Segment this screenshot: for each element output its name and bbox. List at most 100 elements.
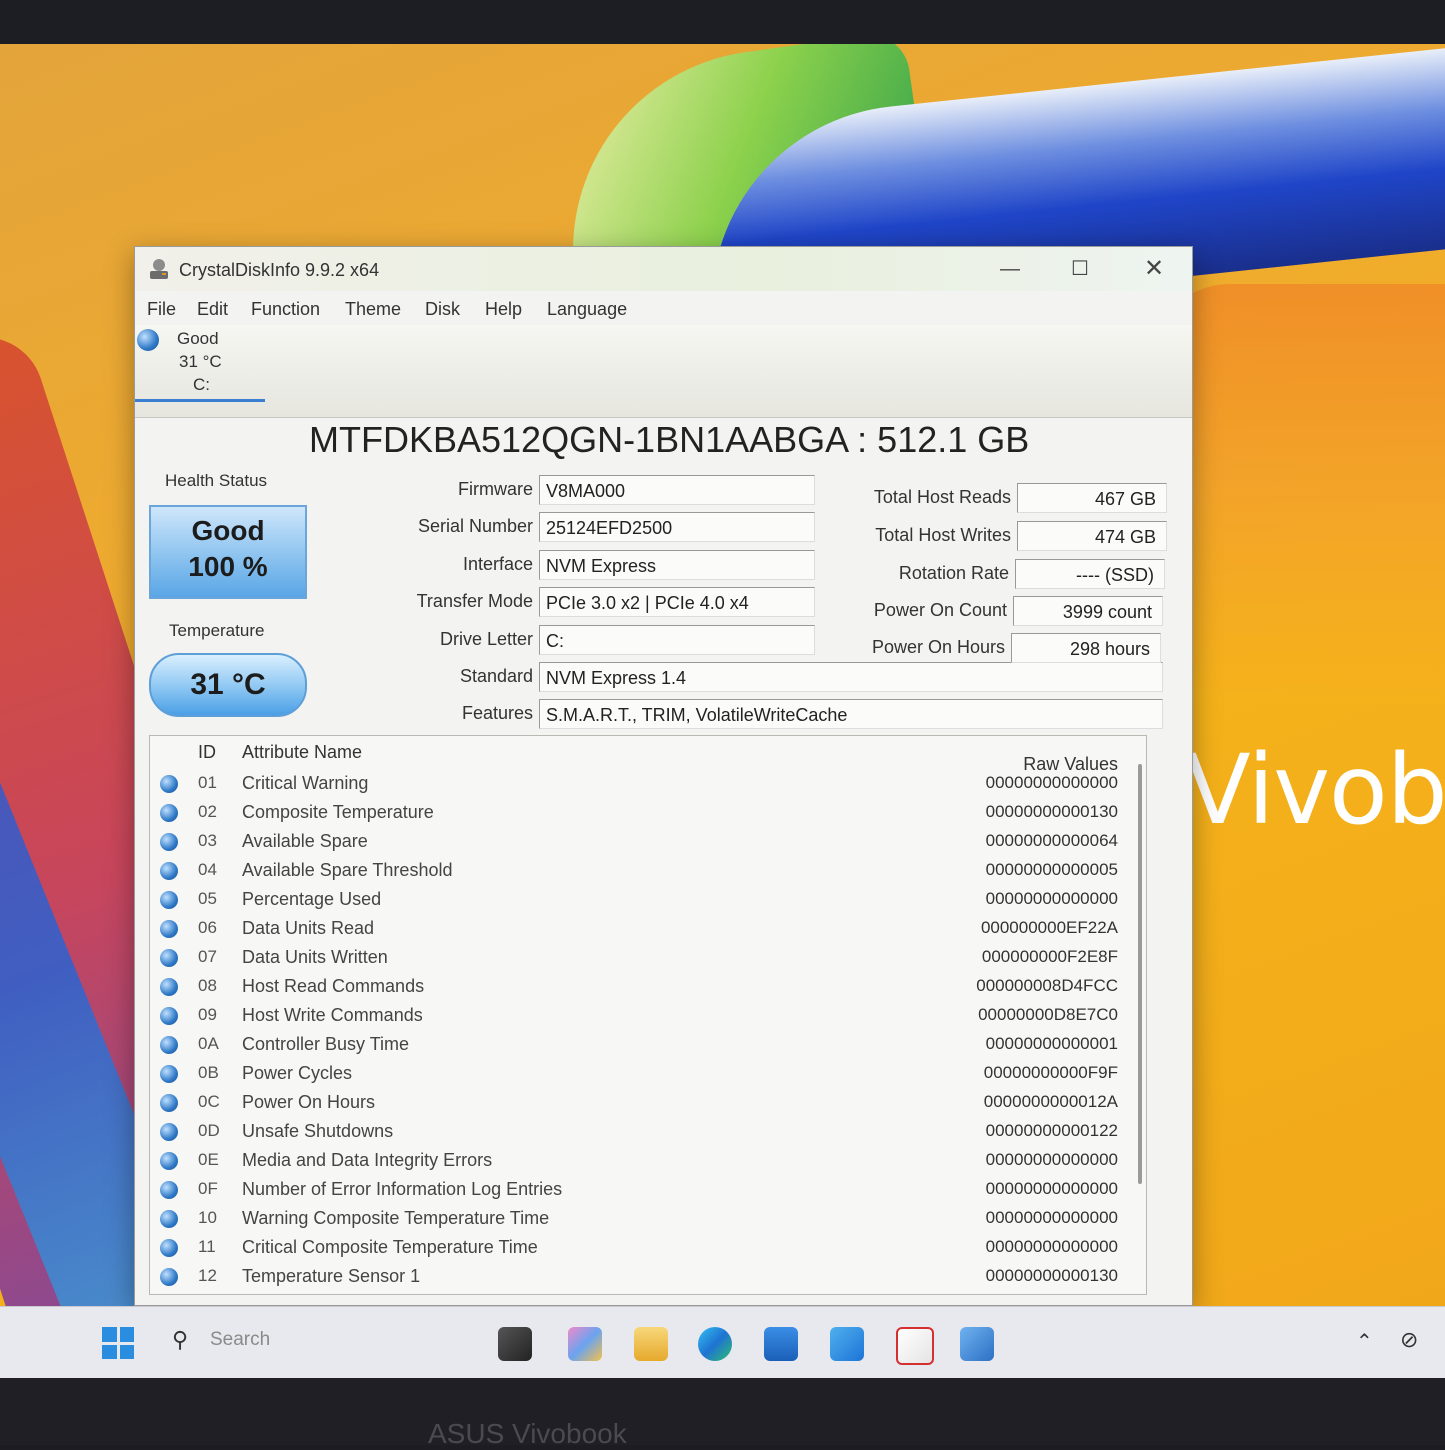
table-row[interactable]: 0B Power Cycles 00000000000F9F [150, 1060, 1146, 1089]
attribute-status-icon [160, 1123, 178, 1141]
copilot-icon[interactable] [568, 1327, 602, 1361]
attribute-status-icon [160, 949, 178, 967]
power-on-count-value: 3999 count [1013, 596, 1163, 626]
table-row[interactable]: 01 Critical Warning 00000000000000 [150, 770, 1146, 799]
attribute-raw-value: 00000000000122 [985, 1121, 1118, 1140]
table-row[interactable]: 11 Critical Composite Temperature Time 000… [150, 1234, 1146, 1263]
attribute-status-icon [160, 1210, 178, 1228]
start-button[interactable] [102, 1327, 134, 1359]
wallpaper-brand-text: Vivob [1185, 734, 1445, 846]
menu-edit[interactable]: Edit [197, 299, 228, 320]
myasus-icon[interactable] [830, 1327, 864, 1361]
task-view-icon[interactable] [498, 1327, 532, 1361]
drive-model-title: MTFDKBA512QGN-1BN1AABGA : 512.1 GB [309, 419, 1030, 460]
table-row[interactable]: 08 Host Read Commands 000000008D4FCC [150, 973, 1146, 1002]
chevron-up-icon[interactable]: ⌃ [1356, 1329, 1373, 1354]
table-row[interactable]: 0F Number of Error Information Log Entrie… [150, 1176, 1146, 1205]
close-button[interactable]: ✕ [1131, 255, 1177, 283]
health-status-text: Good [191, 515, 265, 546]
table-row[interactable]: 0E Media and Data Integrity Errors 0000000… [150, 1147, 1146, 1176]
attribute-id: 05 [198, 889, 217, 908]
total-host-reads-label: Total Host Reads [873, 487, 1011, 507]
table-row[interactable]: 05 Percentage Used 00000000000000 [150, 886, 1146, 915]
menu-function[interactable]: Function [251, 299, 320, 320]
attribute-id: 09 [198, 1005, 217, 1024]
attribute-status-icon [160, 775, 178, 793]
attribute-name: Host Read Commands [242, 976, 425, 996]
attribute-name: Power On Hours [242, 1092, 376, 1112]
power-on-count-label: Power On Count [873, 600, 1007, 620]
menu-help[interactable]: Help [485, 299, 522, 320]
temperature-button[interactable]: 31 °C [149, 653, 307, 717]
microsoft-store-icon[interactable] [764, 1327, 798, 1361]
table-row[interactable]: 0A Controller Busy Time 00000000000001 [150, 1031, 1146, 1060]
crystaldiskinfo-window[interactable]: CrystalDiskInfo 9.9.2 x64 — ☐ ✕ File Edi… [134, 246, 1193, 1306]
drive-tab-temp: 31 °C [179, 352, 222, 371]
attribute-status-icon [160, 891, 178, 909]
maximize-button[interactable]: ☐ [1057, 255, 1103, 283]
column-header-attribute-name[interactable]: Attribute Name [242, 742, 362, 763]
minimize-button[interactable]: — [987, 255, 1033, 283]
windows-logo-tile [102, 1327, 117, 1342]
taskbar-search-box[interactable]: Search [210, 1329, 270, 1351]
bezel-brand-text: ASUS Vivobook [428, 1418, 627, 1449]
table-scrollbar[interactable] [1138, 764, 1142, 1184]
drive-tab-c[interactable]: Good 31 °C C: [135, 327, 265, 402]
table-row[interactable]: 02 Composite Temperature 00000000000130 [150, 799, 1146, 828]
menu-language[interactable]: Language [547, 299, 627, 320]
standard-label: Standard [459, 666, 533, 686]
search-icon[interactable]: ⚲ [172, 1327, 188, 1353]
attribute-name: Unsafe Shutdowns [242, 1121, 394, 1141]
attribute-id: 07 [198, 947, 217, 966]
attribute-raw-value: 00000000000000 [985, 773, 1118, 792]
attribute-status-icon [160, 1268, 178, 1286]
attribute-raw-value: 000000000EF22A [980, 918, 1118, 937]
health-status-button[interactable]: Good 100 % [149, 505, 307, 599]
attribute-raw-value: 00000000000000 [985, 1150, 1118, 1169]
attribute-id: 08 [198, 976, 217, 995]
file-explorer-icon[interactable] [634, 1327, 668, 1361]
attribute-status-icon [160, 1036, 178, 1054]
attribute-raw-value: 00000000000001 [985, 1034, 1118, 1053]
attribute-name: Number of Error Information Log Entries [242, 1179, 563, 1199]
attribute-name: Media and Data Integrity Errors [242, 1150, 493, 1170]
menu-disk[interactable]: Disk [425, 299, 460, 320]
attribute-raw-value: 00000000000000 [985, 1237, 1118, 1256]
app-icon [150, 259, 168, 279]
table-row[interactable]: 07 Data Units Written 000000000F2E8F [150, 944, 1146, 973]
drive-tab-letter: C: [193, 375, 210, 394]
features-label: Features [461, 703, 533, 723]
power-on-hours-value: 298 hours [1011, 633, 1161, 663]
attribute-raw-value: 00000000000000 [985, 889, 1118, 908]
attribute-status-icon [160, 1239, 178, 1257]
transfer-mode-value: PCIe 3.0 x2 | PCIe 4.0 x4 [539, 587, 815, 617]
crystaldiskinfo-taskbar-icon[interactable] [960, 1327, 994, 1361]
screen-bezel-top [0, 0, 1445, 44]
menu-file[interactable]: File [147, 299, 176, 320]
table-row[interactable]: 0D Unsafe Shutdowns 00000000000122 [150, 1118, 1146, 1147]
windows-logo-tile [119, 1344, 134, 1359]
attribute-id: 12 [198, 1266, 217, 1285]
mcafee-icon[interactable] [896, 1327, 934, 1365]
network-disconnected-icon[interactable]: ⊘ [1400, 1327, 1418, 1353]
drive-letter-label: Drive Letter [439, 629, 533, 649]
attribute-status-icon [160, 833, 178, 851]
column-header-id[interactable]: ID [198, 742, 216, 763]
edge-browser-icon[interactable] [698, 1327, 732, 1361]
table-row[interactable]: 06 Data Units Read 000000000EF22A [150, 915, 1146, 944]
features-value: S.M.A.R.T., TRIM, VolatileWriteCache [539, 699, 1163, 729]
table-row[interactable]: 09 Host Write Commands 00000000D8E7C0 [150, 1002, 1146, 1031]
table-row[interactable]: 04 Available Spare Threshold 0000000000000… [150, 857, 1146, 886]
menu-bar: File Edit Function Theme Disk Help Langu… [135, 295, 1192, 325]
title-bar[interactable]: CrystalDiskInfo 9.9.2 x64 — ☐ ✕ [135, 247, 1192, 291]
table-row[interactable]: 10 Warning Composite Temperature Time 0000… [150, 1205, 1146, 1234]
temperature-label: Temperature [169, 621, 265, 640]
table-row[interactable]: 03 Available Spare 00000000000064 [150, 828, 1146, 857]
table-row[interactable]: 0C Power On Hours 0000000000012A [150, 1089, 1146, 1118]
interface-label: Interface [462, 554, 533, 574]
menu-theme[interactable]: Theme [345, 299, 401, 320]
drive-tab-strip [135, 325, 1192, 418]
table-row[interactable]: 12 Temperature Sensor 1 00000000000130 [150, 1263, 1146, 1292]
attribute-status-icon [160, 1181, 178, 1199]
smart-attribute-table[interactable]: ID Attribute Name Raw Values 01 Critical … [149, 735, 1147, 1295]
